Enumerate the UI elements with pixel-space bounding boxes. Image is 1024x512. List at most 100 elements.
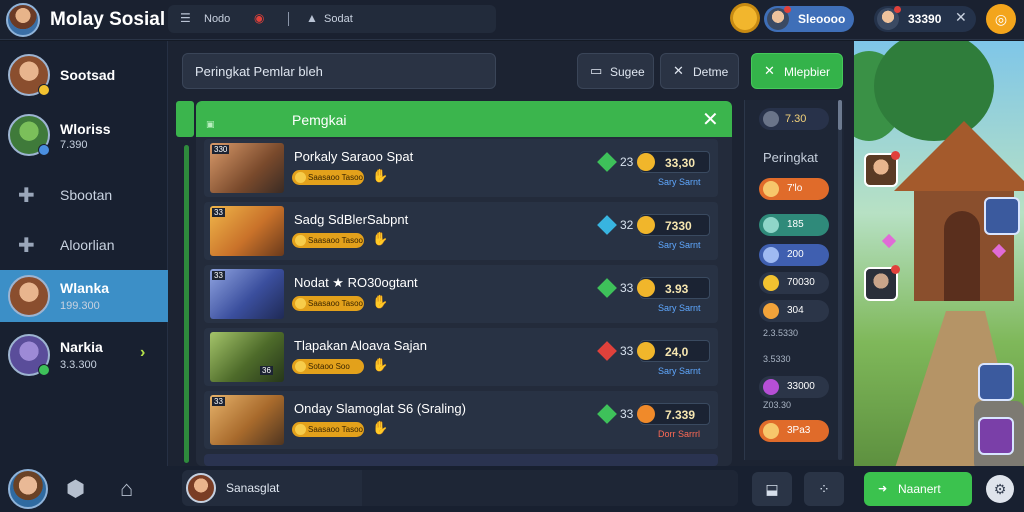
toolbar-label-sodat[interactable]: Sodat	[324, 13, 353, 25]
like-icon[interactable]: ✋	[372, 357, 388, 373]
coin-icon[interactable]: ◎	[986, 4, 1016, 34]
row-link[interactable]: Dorr Sarrrl	[658, 429, 700, 439]
list-item[interactable]: 33 Nodat ★ RO30ogtant Saasaoo Tasoo ✋ 33…	[204, 265, 718, 323]
sidebar-item-wlanka[interactable]: Wlanka 199.300	[0, 270, 168, 322]
profile-avatar[interactable]	[8, 469, 48, 509]
currency-pill-blue[interactable]: Sleoooo	[764, 6, 854, 32]
sugee-button[interactable]: ▭ Sugee	[577, 53, 654, 89]
puzzle-icon: ✚	[18, 185, 35, 207]
chat-label: Sanasglat	[226, 481, 280, 495]
list-item[interactable]: 33 Sadg SdBlerSabpnt Saasaoo Tasoo ✋ 32 …	[204, 202, 718, 260]
ranking-row[interactable]: 33000	[759, 376, 829, 398]
home-icon[interactable]: ⌂	[120, 476, 133, 502]
row-tag: Saasaoo Tasoo	[292, 170, 364, 185]
row-link[interactable]: Sary Sarnt	[658, 303, 701, 313]
rank-icon	[763, 423, 779, 439]
eye-icon[interactable]: ◉	[254, 11, 264, 25]
ranking-row[interactable]: 7'lo	[759, 178, 829, 200]
list-item[interactable]: 330 Porkaly Saraoo Spat Saasaoo Tasoo ✋ …	[204, 139, 718, 197]
next-button[interactable]: ➜ Naanert	[864, 472, 972, 506]
sidebar-item-wloriss[interactable]: Wloriss 7.390	[0, 109, 168, 161]
sidebar-item-aloorlian[interactable]: ✚ Aloorlian	[0, 219, 168, 271]
rank-icon	[763, 217, 779, 233]
sugee-button-label: Sugee	[610, 65, 645, 79]
row-link[interactable]: Sary Sarnt	[658, 177, 701, 187]
row-tag: Sotaoo Soo	[292, 359, 364, 374]
like-icon[interactable]: ✋	[372, 294, 388, 310]
row-rank: 32	[620, 218, 634, 232]
status-badge	[38, 84, 50, 96]
close-icon[interactable]: ✕	[702, 107, 719, 132]
sun-icon[interactable]	[733, 6, 757, 30]
list-scroll-handle[interactable]	[176, 101, 194, 137]
close-icon: ✕	[673, 63, 684, 78]
search-input[interactable]: Peringkat Pemlar bleh	[182, 53, 496, 89]
sidebar-item-label: Sbootan	[60, 187, 113, 203]
ranking-sub-value: 2.3.5330	[763, 328, 799, 338]
grid-icon: ⁘	[818, 481, 830, 497]
like-icon[interactable]: ✋	[372, 231, 388, 247]
ranking-scroll-thumb[interactable]	[838, 100, 842, 130]
hut-door[interactable]	[944, 211, 980, 301]
ranking-row[interactable]: 3Pa3	[759, 420, 829, 442]
npc-avatar[interactable]	[864, 151, 900, 187]
item-slot-button[interactable]	[978, 417, 1014, 455]
status-badge	[38, 144, 50, 156]
ranking-row[interactable]: 70030	[759, 272, 829, 294]
inbox-button[interactable]: ⬓	[752, 472, 792, 506]
app-avatar-icon[interactable]	[6, 3, 40, 37]
ranking-value: 33000	[787, 381, 815, 392]
rank-icon	[763, 247, 779, 263]
warning-icon[interactable]: ▲	[306, 11, 318, 25]
row-rank: 33	[620, 407, 634, 421]
npc-avatar[interactable]	[864, 265, 900, 301]
rank-icon	[763, 181, 779, 197]
like-icon[interactable]: ✋	[372, 420, 388, 436]
chat-input[interactable]	[362, 470, 738, 506]
list-item[interactable]: 36 Tlapakan Aloava Sajan Sotaoo Soo ✋ 33…	[204, 328, 718, 386]
magic-action-button[interactable]	[984, 197, 1020, 235]
sidebar-item-sootsad[interactable]: Sootsad	[0, 49, 168, 101]
row-title: Tlapakan Aloava Sajan	[294, 338, 427, 353]
hut-roof	[894, 121, 1024, 191]
toolbar-divider	[288, 12, 289, 26]
item-slot-button[interactable]	[978, 363, 1014, 401]
thumb-badge: 330	[212, 145, 230, 154]
gem-icon	[597, 152, 617, 172]
score-box: 3.93	[637, 277, 710, 299]
score-box: 33,30	[637, 151, 710, 173]
ranking-row[interactable]: 185	[759, 214, 829, 236]
ranking-row[interactable]: 304	[759, 300, 829, 322]
settings-icon[interactable]: ⚙	[986, 475, 1014, 503]
row-link[interactable]: Sary Sarnt	[658, 366, 701, 376]
notification-dot	[894, 6, 901, 13]
toolbar-label-nodo[interactable]: Nodo	[204, 13, 230, 25]
ranking-row[interactable]: 200	[759, 244, 829, 266]
sparkle-icon	[881, 233, 897, 249]
thumb-badge: 33	[212, 271, 225, 280]
puzzle-icon: ✚	[18, 235, 35, 257]
row-title: Porkaly Saraoo Spat	[294, 149, 414, 164]
list-item[interactable]: 33 Onday Slamoglat S6 (Sraling) Saasaoo …	[204, 391, 718, 449]
game-scene-view[interactable]	[854, 41, 1024, 471]
close-icon: ✕	[764, 63, 775, 78]
chevron-right-icon[interactable]: ›	[140, 344, 145, 362]
row-link[interactable]: Sary Sarnt	[658, 240, 701, 250]
score-box: 24,0	[637, 340, 710, 362]
chat-bar[interactable]: Sanasglat	[182, 470, 738, 506]
ranking-value: 304	[787, 305, 804, 316]
list-scrollbar[interactable]	[184, 145, 189, 463]
score-box: 7330	[637, 214, 710, 236]
row-tag: Saasaoo Tasoo	[292, 233, 364, 248]
grid-button[interactable]: ⁘	[804, 472, 844, 506]
like-icon[interactable]: ✋	[372, 168, 388, 184]
sidebar-item-narkia[interactable]: Narkia 3.3.300 ›	[0, 329, 168, 381]
settings-icon[interactable]: ⬢	[66, 476, 85, 502]
mlepbier-button[interactable]: ✕ Mlepbier	[751, 53, 843, 89]
list-icon[interactable]: ☰	[180, 11, 191, 25]
ranking-scrollbar[interactable]	[838, 100, 842, 460]
detme-button[interactable]: ✕ Detme	[660, 53, 739, 89]
sidebar-item-sbootan[interactable]: ✚ Sbootan	[0, 169, 168, 221]
sidebar-item-label: Wloriss	[60, 121, 111, 137]
close-icon[interactable]: ✕	[955, 9, 967, 26]
